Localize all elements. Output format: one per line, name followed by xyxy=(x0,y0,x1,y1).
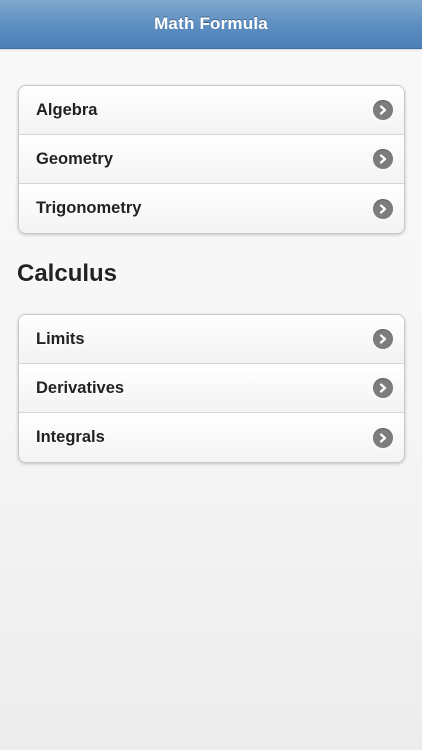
list-item-label: Derivatives xyxy=(36,378,125,397)
list-item-label: Trigonometry xyxy=(36,199,142,217)
list-item-integrals[interactable]: Integrals xyxy=(19,413,404,462)
list-item-geometry[interactable]: Geometry xyxy=(19,135,404,184)
chevron-right-icon xyxy=(373,329,393,349)
list-item-limits[interactable]: Limits xyxy=(19,315,404,364)
chevron-right-icon xyxy=(373,198,393,219)
list-item-trigonometry[interactable]: Trigonometry xyxy=(19,184,404,233)
app-header: Math Formula xyxy=(0,0,422,49)
list-item-label: Algebra xyxy=(36,100,98,119)
chevron-right-icon xyxy=(373,427,393,448)
list-item-label: Integrals xyxy=(36,428,105,446)
chevron-right-icon xyxy=(373,100,393,120)
list-item-label: Limits xyxy=(36,329,85,348)
list-item-algebra[interactable]: Algebra xyxy=(19,86,404,135)
list-item-derivatives[interactable]: Derivatives xyxy=(19,364,404,413)
section-heading-calculus: Calculus xyxy=(17,260,118,287)
chevron-right-icon xyxy=(373,149,393,169)
calculus-list: Limits Derivatives Integrals xyxy=(18,314,405,463)
page-title: Math Formula xyxy=(154,14,268,33)
chevron-right-icon xyxy=(373,378,393,398)
topics-list: Algebra Geometry Trigonometry xyxy=(18,85,405,234)
list-item-label: Geometry xyxy=(36,149,114,168)
